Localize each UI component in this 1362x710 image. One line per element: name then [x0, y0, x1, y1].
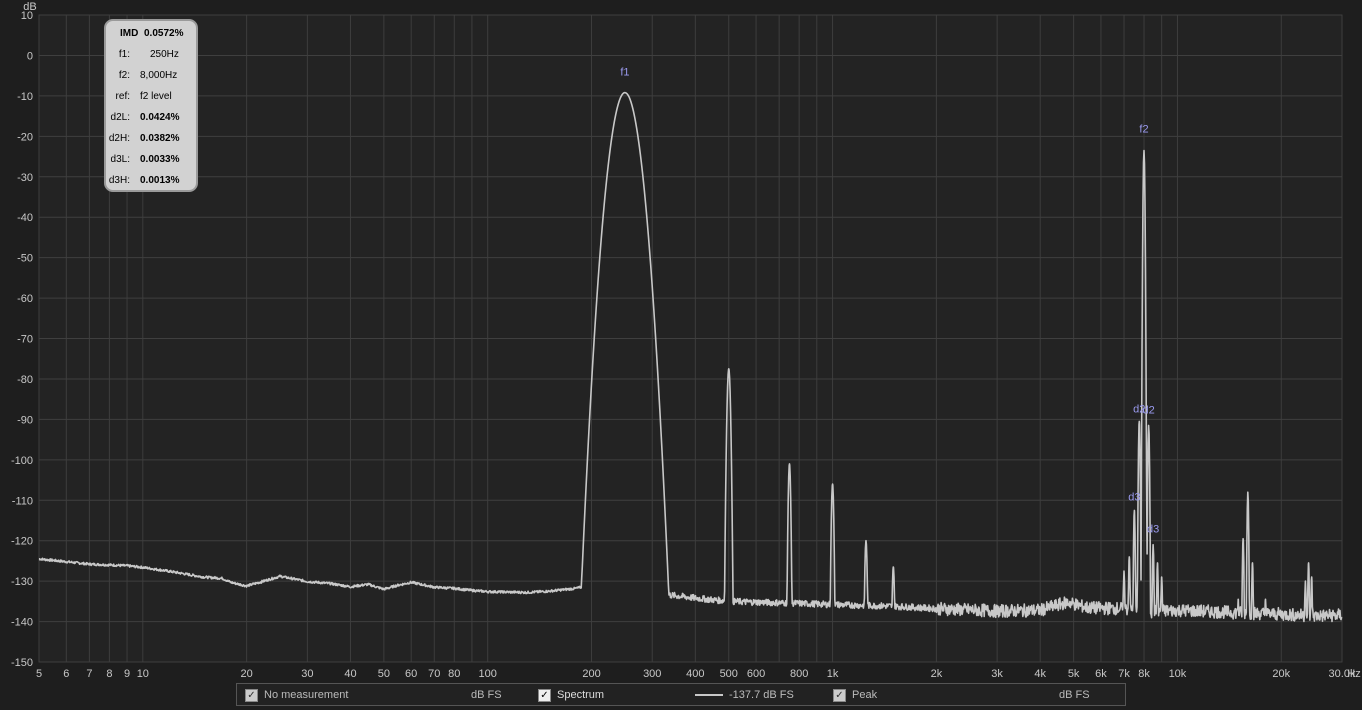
d2l-label: d2L: — [110, 112, 130, 123]
imd-readout-box: IMD 0.0572% f1: 250Hz f2: 8,000Hz ref: f… — [104, 19, 198, 192]
no-measurement-label: No measurement — [264, 689, 349, 701]
y-tick-label: -60 — [17, 293, 33, 305]
y-tick-label: -10 — [17, 91, 33, 103]
x-tick-label: 8k — [1138, 668, 1150, 680]
x-tick-label: 6k — [1095, 668, 1107, 680]
imd-total-label: IMD — [120, 28, 139, 39]
x-tick-label: 800 — [790, 668, 808, 680]
spectrum-checkbox[interactable]: ✓ — [538, 688, 551, 702]
x-axis-label: Hz — [1347, 668, 1360, 680]
no-measurement-unit: dB FS — [471, 689, 502, 701]
peak-marker-d2: d2 — [1143, 405, 1155, 417]
y-tick-label: -140 — [11, 617, 33, 629]
y-tick-label: -40 — [17, 212, 33, 224]
x-tick-label: 10k — [1169, 668, 1187, 680]
spectrum-toggle[interactable]: ✓ Spectrum — [538, 688, 604, 702]
x-tick-label: 50 — [378, 668, 390, 680]
x-tick-label: 20k — [1272, 668, 1290, 680]
ref-value: f2 level — [140, 91, 172, 102]
d2h-value: 0.0382% — [140, 133, 180, 144]
peak-marker-f2: f2 — [1139, 123, 1148, 135]
x-tick-label: 9 — [124, 668, 130, 680]
spectrum-line-swatch — [695, 694, 723, 697]
d3l-value: 0.0033% — [140, 154, 180, 165]
peak-label: Peak — [852, 689, 878, 701]
d2h-label: d2H: — [108, 133, 130, 144]
imd-total-value: 0.0572% — [144, 28, 184, 39]
f1-value: 250Hz — [150, 49, 179, 60]
y-tick-label: -120 — [11, 536, 33, 548]
peak-marker-f1: f1 — [620, 67, 629, 79]
peak-unit: dB FS — [1059, 689, 1090, 701]
imd-total-row: IMD 0.0572% — [106, 27, 196, 41]
f1-label: f1: — [118, 49, 130, 60]
ref-label: ref: — [115, 91, 130, 102]
d3h-label: d3H: — [108, 175, 130, 186]
y-tick-label: -110 — [12, 495, 33, 507]
y-tick-label: -70 — [17, 334, 33, 346]
f2-label: f2: — [118, 70, 130, 81]
y-axis-label: dB — [23, 1, 36, 13]
x-tick-label: 7k — [1118, 668, 1130, 680]
x-tick-label: 20 — [241, 668, 253, 680]
x-tick-label: 1k — [827, 668, 839, 680]
x-tick-label: 300 — [643, 668, 661, 680]
peak-marker-d3: d3 — [1147, 524, 1159, 536]
x-tick-label: 7 — [86, 668, 92, 680]
x-tick-label: 600 — [747, 668, 765, 680]
peak-toggle[interactable]: ✓ Peak — [833, 688, 877, 702]
x-tick-label: 40 — [344, 668, 356, 680]
f1-row: f1: 250Hz — [106, 48, 196, 62]
y-tick-label: -130 — [11, 576, 33, 588]
x-tick-label: 80 — [448, 668, 460, 680]
x-tick-label: 200 — [582, 668, 600, 680]
x-tick-label: 5 — [36, 668, 42, 680]
y-tick-label: -20 — [17, 131, 33, 143]
d3h-row: d3H: 0.0013% — [106, 174, 196, 188]
y-tick-label: -30 — [17, 172, 33, 184]
x-tick-label: 2k — [931, 668, 943, 680]
x-tick-label: 3k — [991, 668, 1003, 680]
spectrum-value-readout: -137.7 dB FS — [695, 688, 794, 702]
x-tick-label: 500 — [720, 668, 738, 680]
y-tick-label: -50 — [17, 253, 33, 265]
peak-checkbox[interactable]: ✓ — [833, 688, 846, 702]
x-tick-label: 10 — [137, 668, 149, 680]
x-tick-label: 70 — [428, 668, 440, 680]
no-measurement-checkbox[interactable]: ✓ — [245, 688, 258, 702]
f2-row: f2: 8,000Hz — [106, 69, 196, 83]
y-tick-label: -90 — [17, 414, 33, 426]
x-tick-label: 5k — [1068, 668, 1080, 680]
d3l-row: d3L: 0.0033% — [106, 153, 196, 167]
no-measurement-toggle[interactable]: ✓ No measurement — [245, 688, 348, 702]
y-tick-label: -80 — [17, 374, 33, 386]
x-tick-label: 4k — [1034, 668, 1046, 680]
d2h-row: d2H: 0.0382% — [106, 132, 196, 146]
f2-value: 8,000Hz — [140, 70, 178, 81]
d3l-label: d3L: — [110, 154, 130, 165]
d2l-value: 0.0424% — [140, 112, 180, 123]
x-tick-label: 100 — [479, 668, 497, 680]
spectrum-label: Spectrum — [557, 689, 605, 701]
y-tick-label: -100 — [11, 455, 33, 467]
x-tick-label: 400 — [686, 668, 704, 680]
x-tick-label: 6 — [63, 668, 69, 680]
d3h-value: 0.0013% — [140, 175, 180, 186]
d2l-row: d2L: 0.0424% — [106, 111, 196, 125]
x-tick-label: 30 — [301, 668, 313, 680]
peak-marker-d3: d3 — [1128, 491, 1140, 503]
ref-row: ref: f2 level — [106, 90, 196, 104]
y-tick-label: 0 — [27, 50, 33, 62]
legend-bar: ✓ No measurement dB FS ✓ Spectrum -137.7 d… — [236, 683, 1126, 706]
x-tick-label: 60 — [405, 668, 417, 680]
y-tick-label: -150 — [11, 657, 33, 669]
spectrum-chart: 100-10-20-30-40-50-60-70-80-90-100-110-1… — [11, 1, 1361, 680]
spectrum-value: -137.7 dB FS — [729, 689, 794, 701]
x-tick-label: 8 — [106, 668, 112, 680]
